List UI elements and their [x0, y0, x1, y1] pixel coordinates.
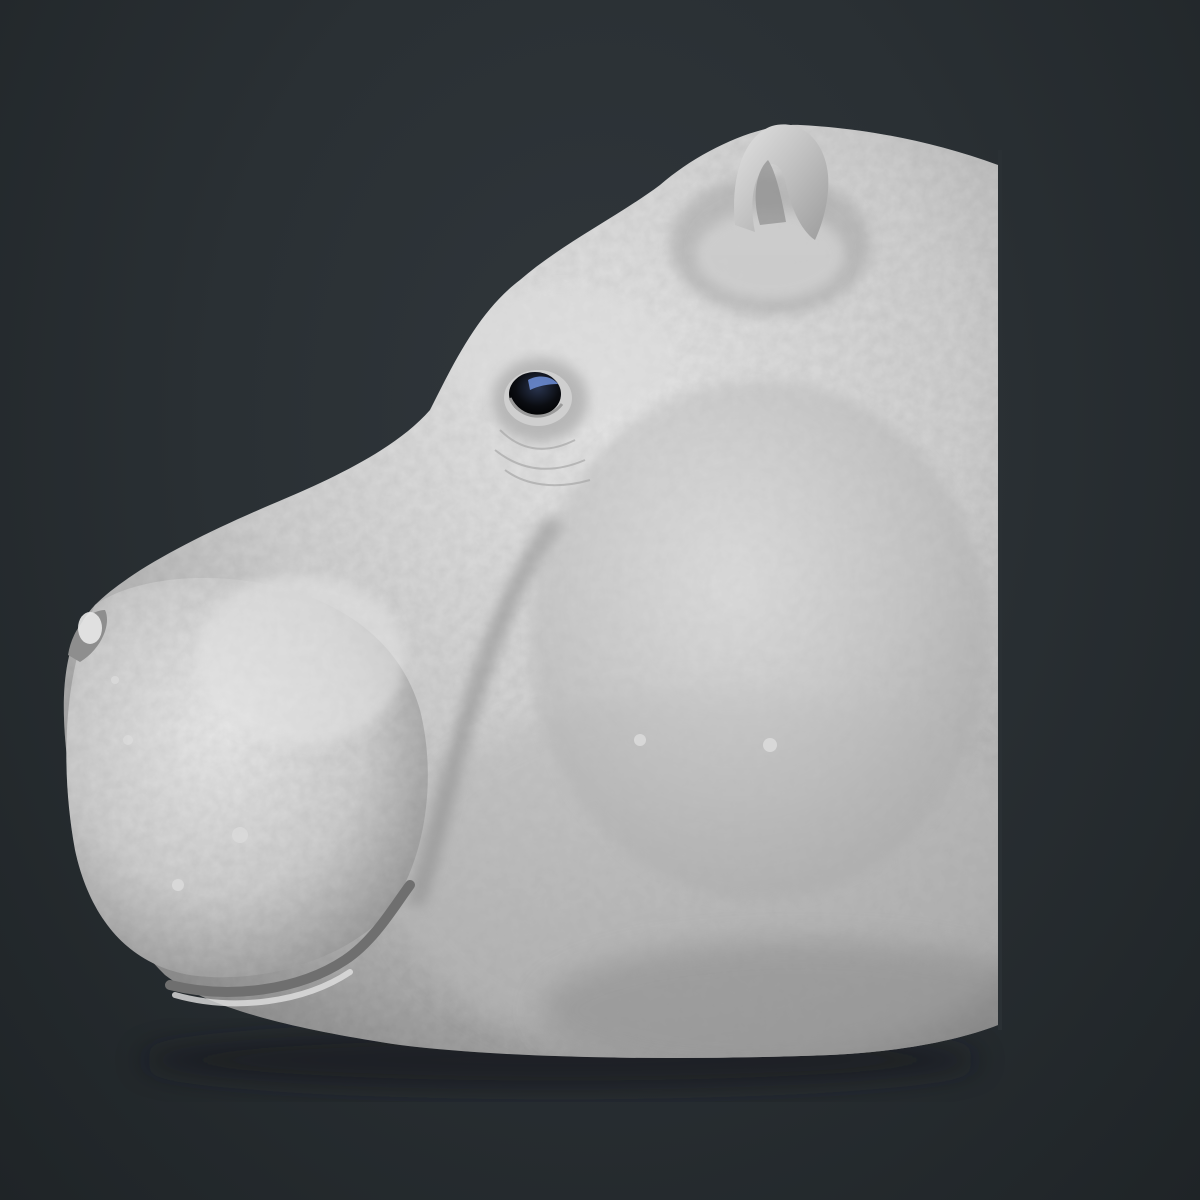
hippo-head	[63, 124, 999, 1058]
crop-edge	[998, 150, 1002, 1030]
hippo-head-render	[63, 124, 1002, 1090]
sculpt-viewport[interactable]	[0, 0, 1200, 1200]
